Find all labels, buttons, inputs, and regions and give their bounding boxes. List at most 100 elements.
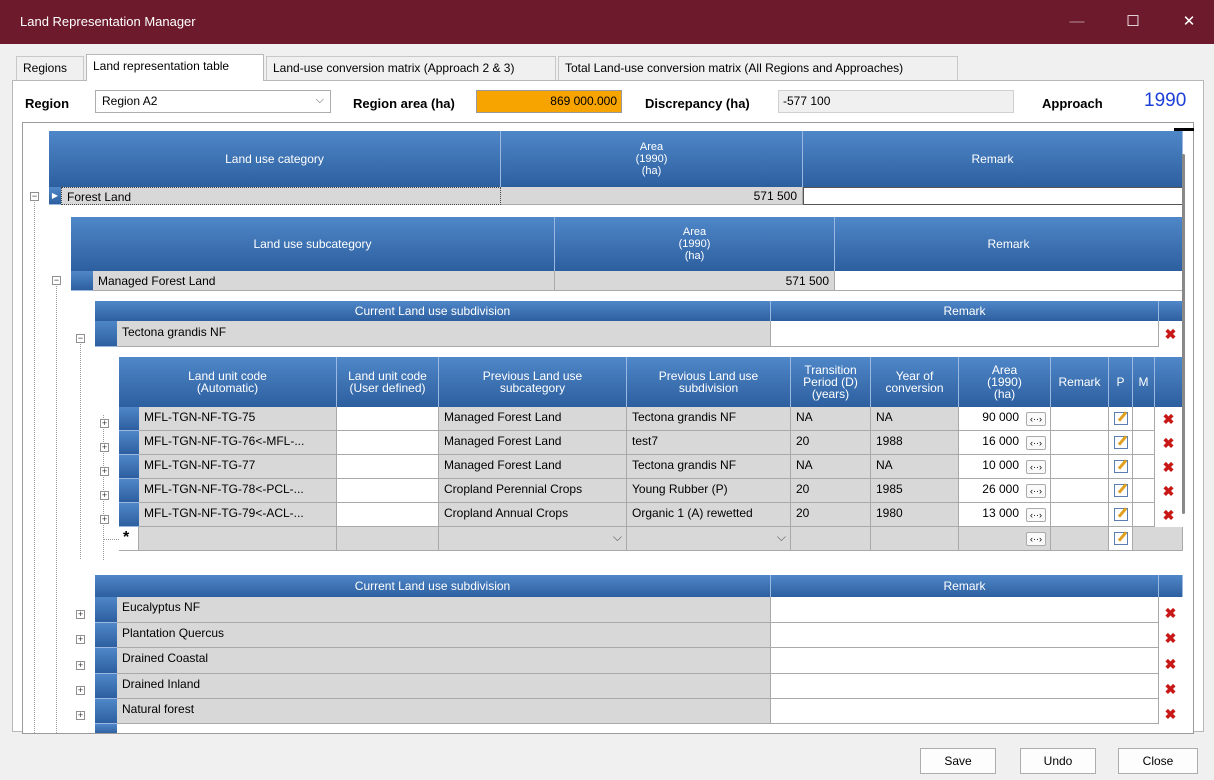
expand-icon[interactable]: + bbox=[76, 711, 85, 720]
land-unit-code-auto[interactable]: MFL-TGN-NF-TG-75 bbox=[139, 407, 337, 431]
col-area-1990[interactable]: Area (1990) (ha) bbox=[555, 217, 835, 271]
subdivision-name[interactable]: Eucalyptus NF bbox=[117, 597, 771, 623]
forest-land-category[interactable]: Forest Land bbox=[61, 187, 501, 205]
remark-cell[interactable] bbox=[1051, 431, 1109, 455]
expand-icon[interactable]: + bbox=[76, 686, 85, 695]
land-unit-code-user[interactable] bbox=[337, 503, 439, 527]
forest-land-area[interactable]: 571 500 bbox=[501, 187, 803, 205]
tectona-grandis-subdivision[interactable]: Tectona grandis NF bbox=[117, 321, 771, 347]
tectona-grandis-remark[interactable] bbox=[771, 321, 1159, 347]
previous-subcategory[interactable]: Managed Forest Land bbox=[439, 455, 627, 479]
tab-total-land-use-conversion-matrix[interactable]: Total Land-use conversion matrix (All Re… bbox=[558, 56, 958, 80]
save-button[interactable]: Save bbox=[920, 748, 996, 774]
remark-cell[interactable] bbox=[1051, 455, 1109, 479]
edit-icon[interactable] bbox=[1114, 460, 1128, 473]
new-transition-period[interactable] bbox=[791, 527, 871, 551]
col-land-use-subcategory[interactable]: Land use subcategory bbox=[71, 217, 555, 271]
remark-cell[interactable] bbox=[1051, 479, 1109, 503]
subdivision-name[interactable]: Drained Inland bbox=[117, 674, 771, 699]
new-remark[interactable] bbox=[1051, 527, 1109, 551]
collapse-icon[interactable]: − bbox=[52, 276, 61, 285]
transition-period[interactable]: NA bbox=[791, 407, 871, 431]
col-remark[interactable]: Remark bbox=[835, 217, 1183, 271]
transition-period[interactable]: 20 bbox=[791, 431, 871, 455]
region-area-field[interactable]: 869 000.000 bbox=[476, 90, 622, 113]
new-land-unit-code-user[interactable] bbox=[337, 527, 439, 551]
expand-icon[interactable]: + bbox=[100, 419, 109, 428]
col-m[interactable]: M bbox=[1133, 357, 1155, 407]
col-previous-subcategory[interactable]: Previous Land use subcategory bbox=[439, 357, 627, 407]
subdivision-remark[interactable] bbox=[771, 597, 1159, 623]
year-of-conversion[interactable]: 1980 bbox=[871, 503, 959, 527]
subdivision-remark[interactable] bbox=[771, 699, 1159, 724]
land-unit-code-auto[interactable]: MFL-TGN-NF-TG-76<-MFL-... bbox=[139, 431, 337, 455]
reallocate-arrows-icon[interactable]: ‹··› bbox=[1026, 532, 1046, 546]
close-window-button[interactable]: ✕ bbox=[1166, 0, 1212, 44]
land-unit-code-user[interactable] bbox=[337, 407, 439, 431]
edit-icon[interactable] bbox=[1114, 532, 1128, 545]
year-of-conversion[interactable]: NA bbox=[871, 407, 959, 431]
region-select[interactable]: Region A2 ⌵ bbox=[95, 90, 331, 113]
previous-subdivision[interactable]: Tectona grandis NF bbox=[627, 407, 791, 431]
year-of-conversion[interactable]: 1988 bbox=[871, 431, 959, 455]
land-unit-code-user[interactable] bbox=[337, 479, 439, 503]
previous-subcategory[interactable]: Managed Forest Land bbox=[439, 407, 627, 431]
scrollbar-thumb[interactable] bbox=[1182, 154, 1185, 514]
transition-period[interactable]: 20 bbox=[791, 479, 871, 503]
col-land-unit-code-user[interactable]: Land unit code (User defined) bbox=[337, 357, 439, 407]
reallocate-arrows-icon[interactable]: ‹··› bbox=[1026, 436, 1046, 450]
land-representation-grid[interactable]: Land use category Area (1990) (ha) Remar… bbox=[22, 122, 1194, 734]
subdivision-remark[interactable] bbox=[771, 623, 1159, 648]
tab-land-use-conversion-matrix[interactable]: Land-use conversion matrix (Approach 2 &… bbox=[266, 56, 556, 80]
col-transition-period[interactable]: Transition Period (D) (years) bbox=[791, 357, 871, 407]
forest-land-remark[interactable] bbox=[803, 187, 1183, 205]
reallocate-arrows-icon[interactable]: ‹··› bbox=[1026, 412, 1046, 426]
managed-forest-land-area[interactable]: 571 500 bbox=[555, 271, 835, 291]
maximize-button[interactable]: ☐ bbox=[1110, 0, 1156, 44]
new-previous-subcategory-select[interactable]: ⌵ bbox=[439, 527, 627, 551]
col-current-land-use-subdivision[interactable]: Current Land use subdivision bbox=[95, 575, 771, 597]
previous-subdivision[interactable]: Young Rubber (P) bbox=[627, 479, 791, 503]
land-unit-code-auto[interactable]: MFL-TGN-NF-TG-78<-PCL-... bbox=[139, 479, 337, 503]
expand-icon[interactable]: + bbox=[76, 610, 85, 619]
transition-period[interactable]: NA bbox=[791, 455, 871, 479]
year-of-conversion[interactable]: NA bbox=[871, 455, 959, 479]
previous-subcategory[interactable]: Cropland Annual Crops bbox=[439, 503, 627, 527]
undo-button[interactable]: Undo bbox=[1020, 748, 1096, 774]
previous-subcategory[interactable]: Managed Forest Land bbox=[439, 431, 627, 455]
remark-cell[interactable] bbox=[1051, 503, 1109, 527]
collapse-icon[interactable]: − bbox=[76, 334, 85, 343]
col-area-1990[interactable]: Area (1990) (ha) bbox=[959, 357, 1051, 407]
collapse-icon[interactable]: − bbox=[30, 192, 39, 201]
expand-icon[interactable]: + bbox=[100, 491, 109, 500]
previous-subdivision[interactable]: Organic 1 (A) rewetted bbox=[627, 503, 791, 527]
reallocate-arrows-icon[interactable]: ‹··› bbox=[1026, 508, 1046, 522]
subdivision-name[interactable]: Plantation Quercus bbox=[117, 623, 771, 648]
land-unit-code-auto[interactable]: MFL-TGN-NF-TG-79<-ACL-... bbox=[139, 503, 337, 527]
col-remark[interactable]: Remark bbox=[771, 575, 1159, 597]
col-land-unit-code-auto[interactable]: Land unit code (Automatic) bbox=[119, 357, 337, 407]
reallocate-arrows-icon[interactable]: ‹··› bbox=[1026, 460, 1046, 474]
col-area-1990[interactable]: Area (1990) (ha) bbox=[501, 131, 803, 187]
land-unit-code-auto[interactable]: MFL-TGN-NF-TG-77 bbox=[139, 455, 337, 479]
expand-icon[interactable]: + bbox=[76, 661, 85, 670]
col-year-of-conversion[interactable]: Year of conversion bbox=[871, 357, 959, 407]
managed-forest-land-remark[interactable] bbox=[835, 271, 1183, 291]
land-unit-code-user[interactable] bbox=[337, 431, 439, 455]
reallocate-arrows-icon[interactable]: ‹··› bbox=[1026, 484, 1046, 498]
land-unit-code-user[interactable] bbox=[337, 455, 439, 479]
subdivision-remark[interactable] bbox=[771, 648, 1159, 674]
tab-land-representation-table[interactable]: Land representation table bbox=[86, 54, 264, 81]
previous-subdivision[interactable]: test7 bbox=[627, 431, 791, 455]
row-selector-arrow-icon[interactable]: ▶ bbox=[49, 187, 61, 205]
vertical-scrollbar[interactable] bbox=[1174, 128, 1194, 732]
expand-icon[interactable]: + bbox=[100, 515, 109, 524]
expand-icon[interactable]: + bbox=[100, 467, 109, 476]
col-remark[interactable]: Remark bbox=[771, 301, 1159, 321]
transition-period[interactable]: 20 bbox=[791, 503, 871, 527]
minimize-button[interactable]: — bbox=[1054, 0, 1100, 44]
expand-icon[interactable]: + bbox=[76, 635, 85, 644]
col-remark[interactable]: Remark bbox=[1051, 357, 1109, 407]
new-land-unit-code-auto[interactable] bbox=[139, 527, 337, 551]
subdivision-remark[interactable] bbox=[771, 674, 1159, 699]
